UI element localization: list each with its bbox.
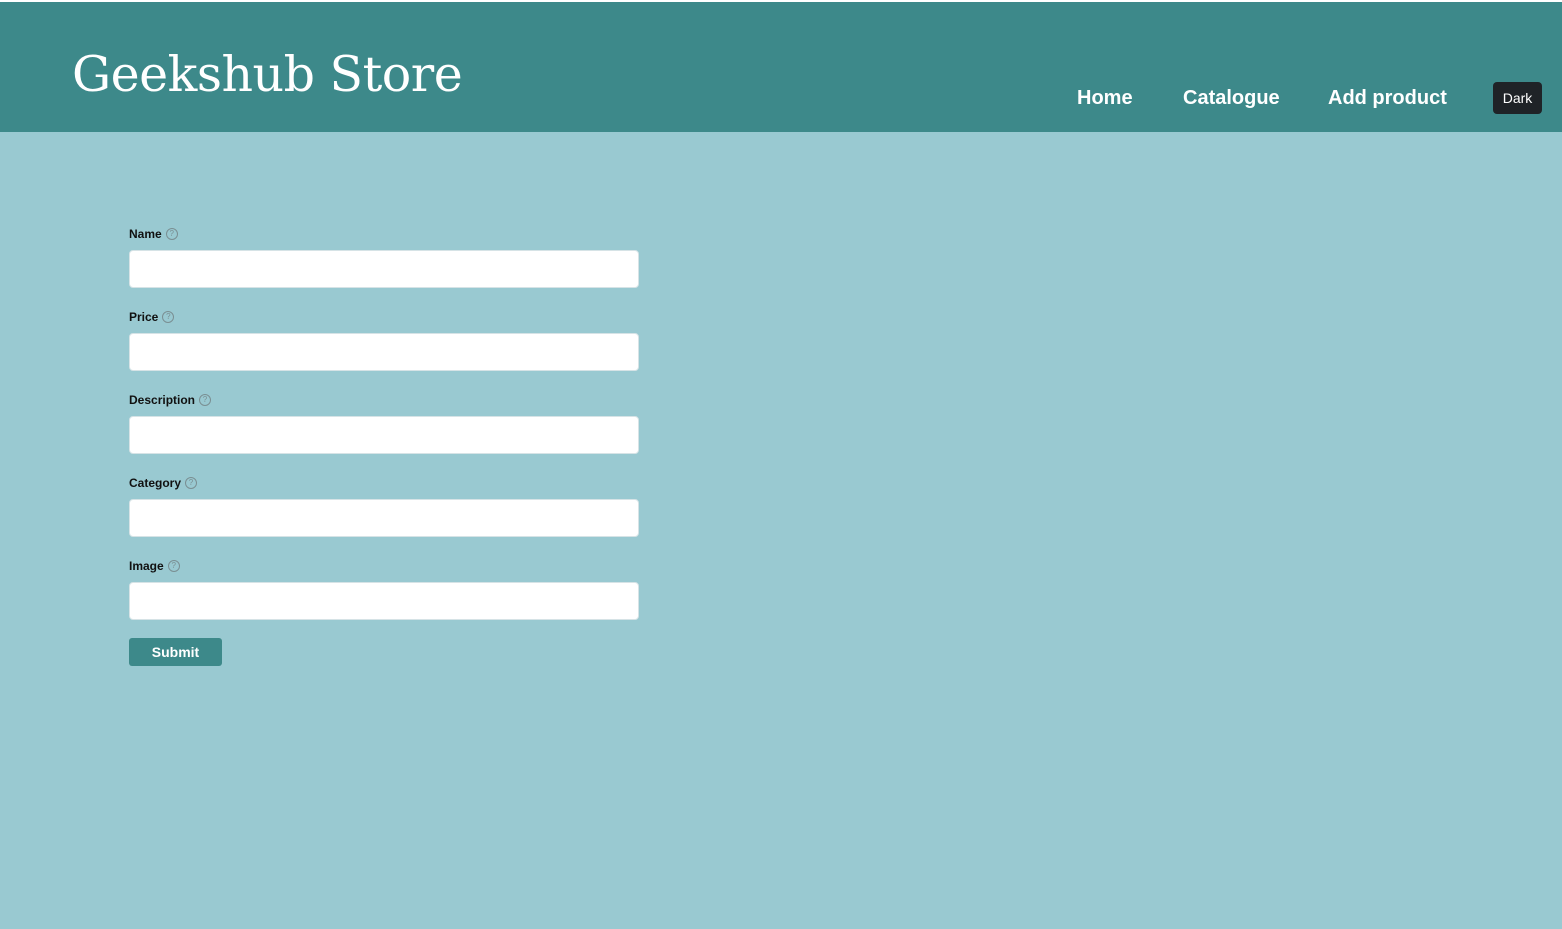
question-circle-icon[interactable]: ? — [165, 228, 178, 240]
brand-title[interactable]: Geekshub Store — [72, 50, 463, 99]
field-category: Category ? — [129, 473, 639, 537]
field-description-label-text: Description — [129, 393, 196, 407]
name-input[interactable] — [129, 250, 639, 288]
site-header: Geekshub Store Home Catalogue Add produc… — [0, 2, 1562, 132]
field-description-label: Description ? — [129, 390, 639, 410]
theme-toggle-button[interactable]: Dark — [1493, 82, 1542, 114]
question-circle-icon[interactable]: ? — [162, 311, 175, 323]
field-price-label-text: Price — [129, 310, 159, 324]
field-name-label-text: Name — [129, 227, 162, 241]
field-image: Image ? — [129, 556, 639, 620]
category-input[interactable] — [129, 499, 639, 537]
question-circle-icon[interactable]: ? — [185, 477, 198, 489]
field-image-label-text: Image — [129, 559, 164, 573]
question-circle-icon[interactable]: ? — [199, 394, 212, 406]
question-circle-icon[interactable]: ? — [167, 560, 180, 572]
field-image-label: Image ? — [129, 556, 639, 576]
image-input[interactable] — [129, 582, 639, 620]
submit-button[interactable]: Submit — [129, 638, 222, 666]
field-price-label: Price ? — [129, 307, 639, 327]
field-description: Description ? — [129, 390, 639, 454]
nav-link-catalogue[interactable]: Catalogue — [1183, 88, 1280, 108]
field-category-label-text: Category — [129, 476, 182, 490]
add-product-form: Name ? Price ? Description ? Category ? … — [129, 224, 639, 639]
nav-link-add-product[interactable]: Add product — [1328, 88, 1447, 108]
field-price: Price ? — [129, 307, 639, 371]
nav-link-home[interactable]: Home — [1077, 88, 1133, 108]
field-category-label: Category ? — [129, 473, 639, 493]
price-input[interactable] — [129, 333, 639, 371]
field-name-label: Name ? — [129, 224, 639, 244]
description-input[interactable] — [129, 416, 639, 454]
field-name: Name ? — [129, 224, 639, 288]
